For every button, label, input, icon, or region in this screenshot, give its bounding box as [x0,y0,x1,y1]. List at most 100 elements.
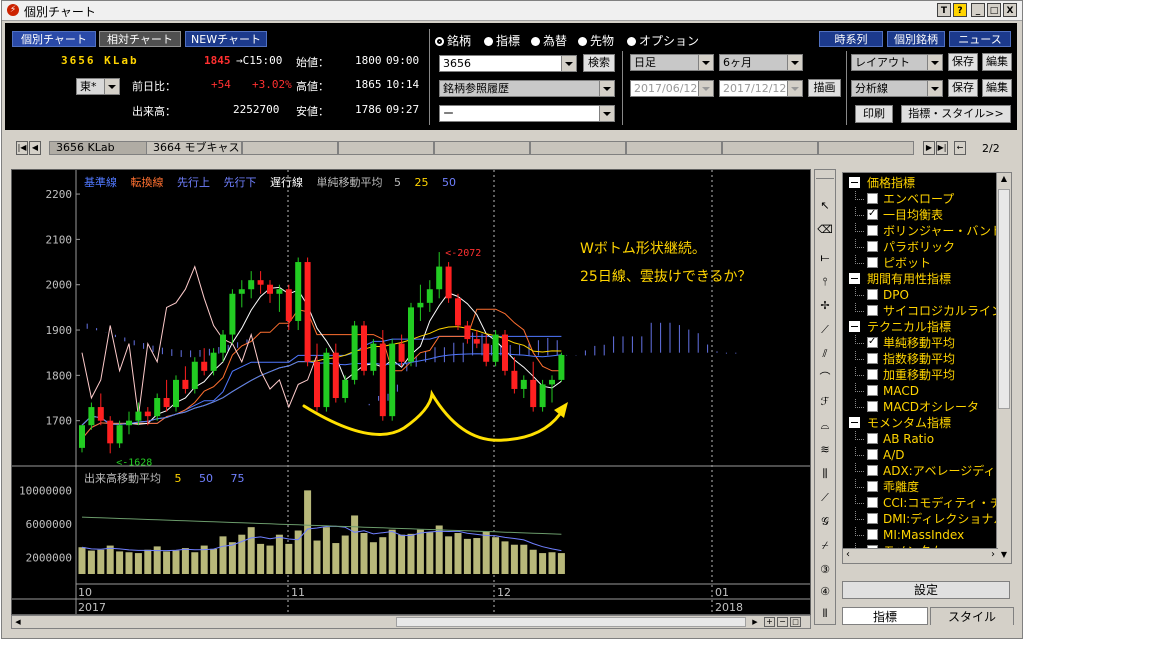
speed-arc-icon[interactable]: ⌓ [817,418,833,434]
chart-scrollbar[interactable]: ◀ ▶ + − □ [11,615,811,629]
zoom-out-icon[interactable]: − [777,617,788,627]
checkbox-icon[interactable] [867,433,878,444]
channel-icon[interactable]: ⌿ [817,538,833,554]
tree-item[interactable]: CCI:コモディティ・チャ [855,495,1011,511]
checkbox-icon[interactable] [867,289,878,300]
checkbox-icon[interactable] [867,225,878,236]
search-button[interactable]: 検索 [583,54,615,72]
tree-item[interactable]: MACDオシレータ [855,399,979,415]
fibonacci-fan-icon[interactable]: ℱ [817,394,833,410]
scroll-left-icon[interactable]: ◀ [13,617,23,627]
tree-item[interactable]: ピボット [855,255,931,271]
checkbox-icon[interactable] [867,529,878,540]
analysis-select[interactable]: 分析線 [851,80,943,97]
tree-item[interactable]: 一目均衡表 [855,206,943,223]
checkbox-icon[interactable] [867,241,878,252]
collapse-icon[interactable] [849,417,860,428]
layout-edit-button[interactable]: 編集 [982,53,1012,71]
tree-scroll-thumb[interactable] [998,189,1010,409]
cursor-icon[interactable]: ↖ [817,198,833,214]
timeseries-button[interactable]: 時系列 [819,31,883,47]
parallel-line-icon[interactable]: ⫽ [817,346,833,362]
close-button[interactable]: X [1003,3,1017,17]
tab-style[interactable]: スタイル [930,607,1014,625]
checkbox-icon[interactable] [867,513,878,524]
checkbox-icon[interactable] [867,449,878,460]
tree-item[interactable]: エンベロープ [855,191,954,207]
three-point-icon[interactable]: ③ [817,562,833,578]
tree-item[interactable]: MACD [855,383,919,399]
tree-item[interactable]: ボリンジャー・バンド [855,223,1003,239]
checkbox-icon[interactable] [867,369,878,380]
stock-tab-klab[interactable]: 3656 KLab [49,141,147,155]
indicator-style-button[interactable]: 指標・スタイル>> [901,105,1011,123]
tree-item[interactable]: DPO [855,287,909,303]
print-button[interactable]: 印刷 [855,105,893,123]
four-point-icon[interactable]: ④ [817,584,833,600]
scroll-thumb[interactable] [396,617,746,627]
span-select[interactable]: 6ヶ月 [719,54,803,71]
stock-tab-mobcast[interactable]: 3664 モブキャス [146,141,242,155]
tree-item[interactable]: 指数移動平均 [855,351,955,367]
back-arrow-icon[interactable]: ← [954,141,966,155]
first-tab-icon[interactable]: |◀ [16,141,28,155]
checkbox-checked-icon[interactable] [867,334,878,350]
tab-indicators[interactable]: 指標 [842,607,928,625]
analysis-save-button[interactable]: 保存 [948,79,978,97]
collapse-icon[interactable] [849,273,860,284]
empty-tab[interactable] [722,141,818,155]
last-tab-icon[interactable]: ▶| [936,141,948,155]
collapse-icon[interactable] [849,321,860,332]
font-button[interactable]: T [937,3,951,17]
empty-tab[interactable] [434,141,530,155]
maximize-button[interactable]: □ [987,3,1001,17]
to-date-select[interactable]: 2017/12/12 [719,80,803,97]
scroll-left-icon[interactable]: ‹ [846,549,850,560]
empty-tab[interactable] [530,141,626,155]
crosshair-icon[interactable]: ✢ [817,298,833,314]
mode-fx[interactable]: 為替 [531,32,567,49]
empty-tab[interactable] [242,141,338,155]
layout-select[interactable]: レイアウト [851,54,943,71]
tree-item[interactable]: 乖離度 [855,479,919,495]
zoom-reset-icon[interactable]: □ [790,617,801,627]
mode-stock[interactable]: 銘柄 [435,32,471,49]
checkbox-icon[interactable] [867,385,878,396]
cycle-lines-icon[interactable]: ⦀ [817,606,833,622]
minimize-button[interactable]: _ [971,3,985,17]
stock-info-button[interactable]: 個別銘柄 [887,31,945,47]
checkbox-icon[interactable] [867,257,878,268]
draw-button[interactable]: 描画 [808,79,841,97]
scroll-up-icon[interactable]: ▲ [998,174,1010,186]
fibonacci-time-icon[interactable]: ⫼ [817,466,833,482]
scroll-right-icon[interactable]: › [991,549,995,560]
tree-item[interactable]: ADX:アベレージディレ [855,463,1007,479]
trend-line-icon[interactable]: ⟋ [817,322,833,338]
history-select[interactable]: 銘柄参照履歴 [439,80,615,97]
empty-tab[interactable] [338,141,434,155]
tab-relative-chart[interactable]: 相対チャート [99,31,181,47]
zoom-in-icon[interactable]: + [764,617,775,627]
interval-select[interactable]: 日足 [630,54,714,71]
checkbox-icon[interactable] [867,401,878,412]
checkbox-icon[interactable] [867,465,878,476]
tree-item[interactable]: パラボリック [855,239,955,255]
checkbox-checked-icon[interactable] [867,206,878,222]
checkbox-icon[interactable] [867,305,878,316]
checkbox-icon[interactable] [867,193,878,204]
vertical-line-icon[interactable]: ⫯ [817,274,833,290]
tree-item[interactable]: MI:MassIndex [855,527,964,543]
eraser-icon[interactable]: ⌫ [817,222,833,238]
prev-tab-icon[interactable]: ◀ [29,141,41,155]
tree-item[interactable]: サイコロジカルライン [855,303,1003,319]
gann-line-icon[interactable]: 𝒢 [817,514,833,530]
price-chart[interactable]: 2200 2100 2000 1900 1800 1700 10000000 6000000 2… [11,169,811,615]
tree-item[interactable]: 単純移動平均 [855,334,955,351]
tab-new-chart[interactable]: NEWチャート [185,31,267,47]
tree-item[interactable]: 加重移動平均 [855,367,955,383]
tree-vscrollbar[interactable]: ▲ ▼ [996,173,1011,563]
settings-button[interactable]: 設定 [842,581,1010,599]
empty-tab[interactable] [818,141,914,155]
tab-individual-chart[interactable]: 個別チャート [12,31,96,47]
tree-item[interactable]: AB Ratio [855,431,934,447]
